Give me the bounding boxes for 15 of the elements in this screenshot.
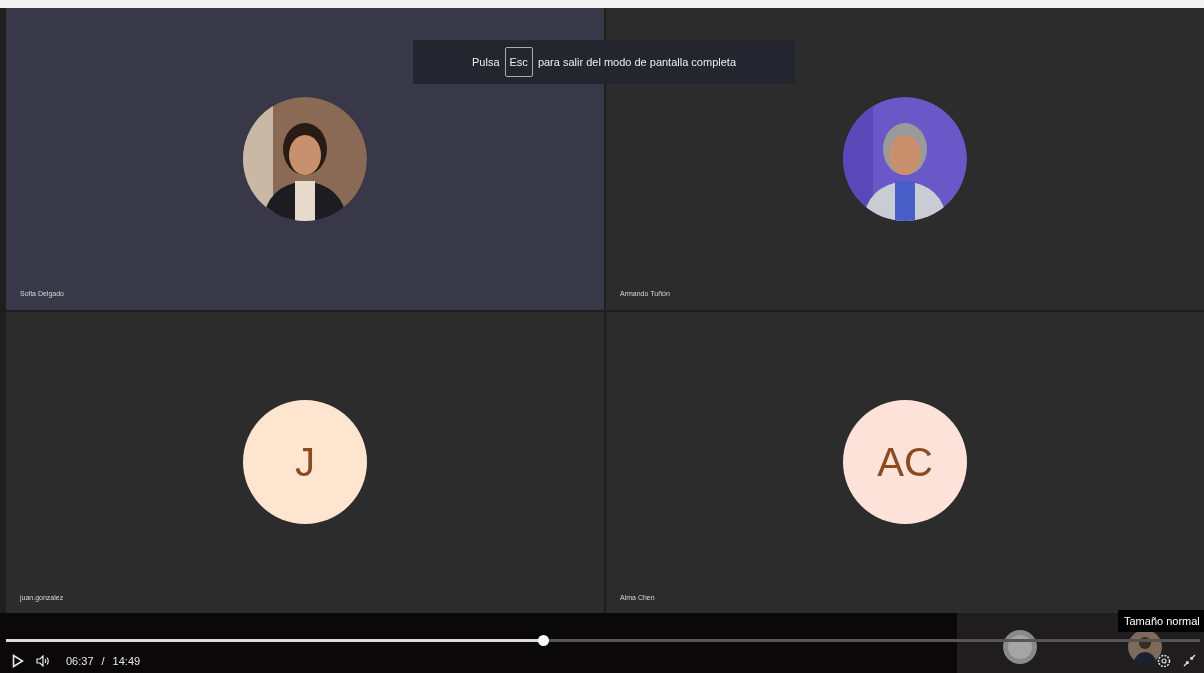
- hint-text: para salir del modo de pantalla completa: [537, 54, 736, 70]
- initials-avatar: J: [243, 400, 367, 525]
- exit-fullscreen-button[interactable]: [1183, 654, 1196, 667]
- play-button[interactable]: [12, 654, 24, 669]
- seek-handle[interactable]: [538, 635, 550, 646]
- hint-text: Pulsa: [472, 54, 500, 70]
- volume-button[interactable]: [36, 655, 50, 668]
- duration: 14:49: [112, 654, 141, 669]
- time-separator: /: [101, 654, 105, 669]
- current-time: 06:37: [66, 654, 94, 669]
- settings-button[interactable]: [1157, 654, 1171, 668]
- tooltip: Tamaño normal: [1118, 610, 1204, 632]
- initials-avatar: AC: [843, 400, 967, 525]
- esc-key: Esc: [504, 46, 533, 78]
- seek-bar[interactable]: [6, 639, 1200, 642]
